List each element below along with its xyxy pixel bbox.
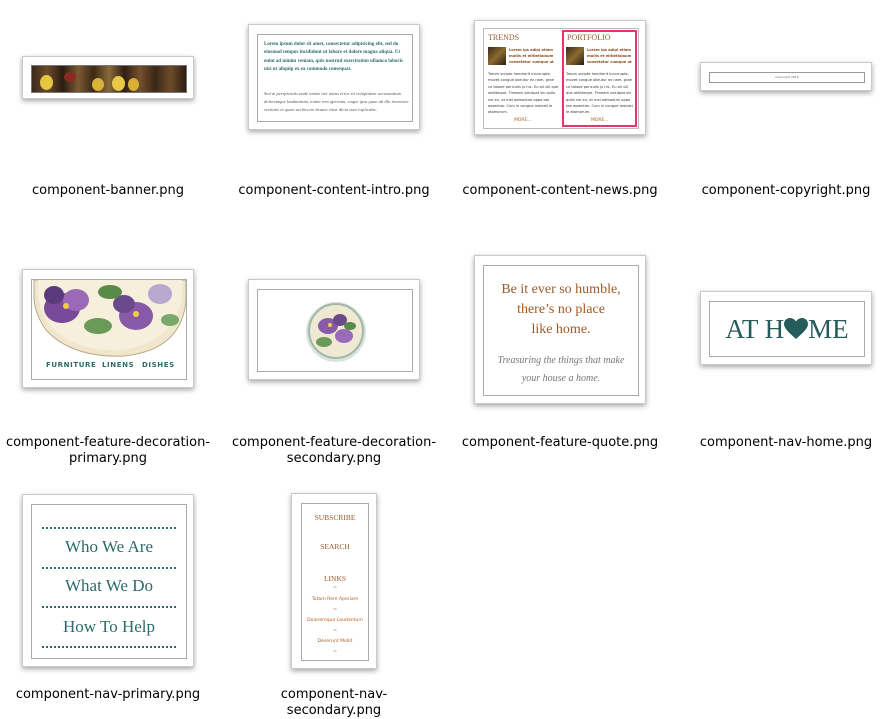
thumbnail-nav-primary[interactable]: Who We Are What We Do How To Help — [22, 494, 194, 667]
thumbnail-nav-home[interactable]: AT H ME — [700, 291, 872, 365]
decoration-nav-dishes[interactable]: DISHES — [142, 361, 175, 369]
thumbnail-content-intro[interactable]: Lorem ipsum dolor sit amet, consectetur … — [248, 24, 420, 130]
news-col1-title: TRENDS — [488, 33, 520, 42]
nav-secondary-links-heading: LINKS — [323, 574, 347, 583]
nav-secondary-search[interactable]: SEARCH — [302, 542, 368, 551]
news-col2-body: Treum scripte hendrerit incorrupte, move… — [566, 72, 633, 115]
intro-bold-text: Lorem ipsum dolor sit amet, consectetur … — [264, 42, 403, 73]
quote-line-3: like home. — [531, 322, 591, 337]
floral-plate-image — [306, 302, 366, 362]
thumbnail-banner[interactable] — [22, 56, 194, 99]
quote-line-2: there’s no place — [517, 302, 605, 317]
filename-label: component-nav-primary.png — [15, 687, 201, 702]
decoration-nav-linens[interactable]: LINENS — [102, 361, 134, 369]
news-col1-bold: Lorem ips adipi etiam mollis et elitletl… — [509, 48, 554, 64]
news-col2-bold: Lorem ips adipi etiam mollis et elitletl… — [587, 48, 632, 64]
nav-secondary-subscribe[interactable]: SUBSCRIBE — [302, 513, 368, 522]
filename-label: component-nav-secondary.png — [280, 687, 388, 718]
banner-image — [31, 65, 187, 93]
filename-label: component-banner.png — [32, 183, 184, 198]
thumbnail-nav-secondary[interactable]: SUBSCRIBE SEARCH LINKS ~ Totam Rem Aperi… — [291, 493, 377, 669]
copyright-text: Copyright 2010 — [775, 75, 799, 79]
home-logo[interactable]: AT H ME — [710, 314, 864, 344]
home-logo-text-before: AT H — [725, 314, 785, 344]
filename-label: component-feature-quote.png — [461, 435, 659, 450]
floral-dish-image — [33, 280, 186, 357]
nav-primary-who-we-are[interactable]: Who We Are — [32, 537, 186, 557]
thumbnail-copyright[interactable]: Copyright 2010 — [700, 62, 872, 91]
news-thumb-image — [488, 47, 506, 65]
thumbnail-feature-quote[interactable]: Be it ever so humble, there’s no place l… — [474, 255, 646, 404]
nav-secondary-link-2[interactable]: Doloremque Laudantum — [302, 618, 368, 623]
thumbnail-content-news[interactable]: TRENDS Lorem ips adipi etiam mollis et e… — [474, 20, 646, 135]
filename-label: component-feature-decoration- primary.pn… — [5, 435, 211, 466]
quote-line-1: Be it ever so humble, — [501, 282, 621, 297]
heart-icon — [784, 318, 809, 339]
quote-sub-1: Treasuring the things that make — [497, 355, 625, 366]
news-col2-title: PORTFOLIO — [567, 33, 611, 42]
news-col1-more-link[interactable]: MORE... — [514, 118, 532, 123]
separator: ~ — [332, 607, 338, 613]
quote-sub-2: your house a home. — [521, 373, 601, 384]
thumbnail-feature-decoration-primary[interactable]: FURNITURE LINENS DISHES — [22, 269, 194, 388]
filename-label: component-content-news.png — [462, 183, 658, 198]
nav-secondary-link-3[interactable]: Deserunt Mollit — [302, 639, 368, 644]
intro-italic-text: Sed ut perspiciatis unde omnis iste natu… — [264, 91, 409, 112]
filename-label: component-copyright.png — [701, 183, 871, 198]
news-thumb-image — [566, 47, 584, 65]
separator: ~ — [332, 628, 338, 634]
filename-label: component-nav-home.png — [699, 435, 873, 450]
decoration-nav-furniture[interactable]: FURNITURE — [46, 361, 96, 369]
home-logo-text-after: ME — [808, 314, 849, 344]
nav-secondary-link-1[interactable]: Totam Rem Aperiam — [302, 597, 368, 602]
separator: ~ — [332, 649, 338, 655]
news-col2-more-link[interactable]: MORE... — [591, 118, 609, 123]
filename-label: component-feature-decoration- secondary.… — [231, 435, 437, 466]
nav-primary-how-to-help[interactable]: How To Help — [32, 617, 186, 637]
separator: ~ — [332, 585, 338, 591]
news-col1-body: Treum scripte hendrerit incorrupte, move… — [488, 72, 559, 115]
filename-label: component-content-intro.png — [238, 183, 430, 198]
thumbnail-feature-decoration-secondary[interactable] — [248, 279, 420, 380]
nav-primary-what-we-do[interactable]: What We Do — [32, 576, 186, 596]
